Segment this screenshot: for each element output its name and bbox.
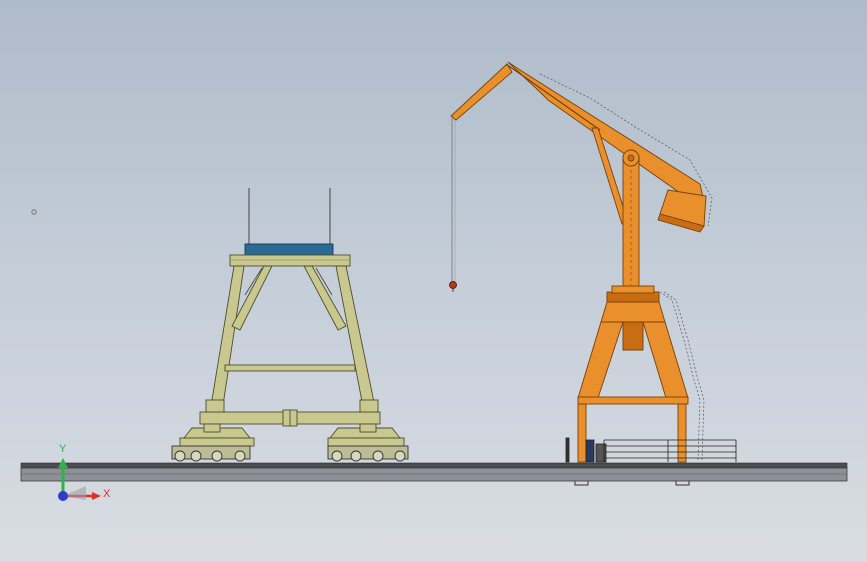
portal-leg-right xyxy=(642,321,689,399)
gantry-wheels xyxy=(171,445,409,462)
portal-crane xyxy=(449,61,713,463)
portal-post-left xyxy=(577,403,587,463)
portal-post-right xyxy=(677,403,687,463)
slewing-platform xyxy=(606,291,660,303)
gantry-top-plate xyxy=(244,243,334,256)
gantry-top-beam xyxy=(229,254,351,267)
portal-crossbar xyxy=(577,396,689,405)
gantry-leg-right xyxy=(335,265,377,413)
crane-jib xyxy=(450,63,513,121)
x-axis-label: X xyxy=(103,488,111,500)
crane-assembly-drawing xyxy=(20,61,848,501)
portal-leg-left xyxy=(577,321,624,399)
gantry-mid-beam xyxy=(224,364,356,372)
origin-marker xyxy=(31,209,37,215)
rail-track xyxy=(20,462,848,486)
gantry-leg-left xyxy=(209,265,245,413)
portal-frame-top xyxy=(600,301,666,323)
crane-base-equipment xyxy=(565,437,737,463)
crane-boom xyxy=(507,61,706,207)
crane-hook xyxy=(449,281,457,289)
cad-viewport[interactable]: Y X xyxy=(0,0,867,562)
gantry-frame xyxy=(179,188,405,447)
y-axis-label: Y xyxy=(59,443,67,455)
